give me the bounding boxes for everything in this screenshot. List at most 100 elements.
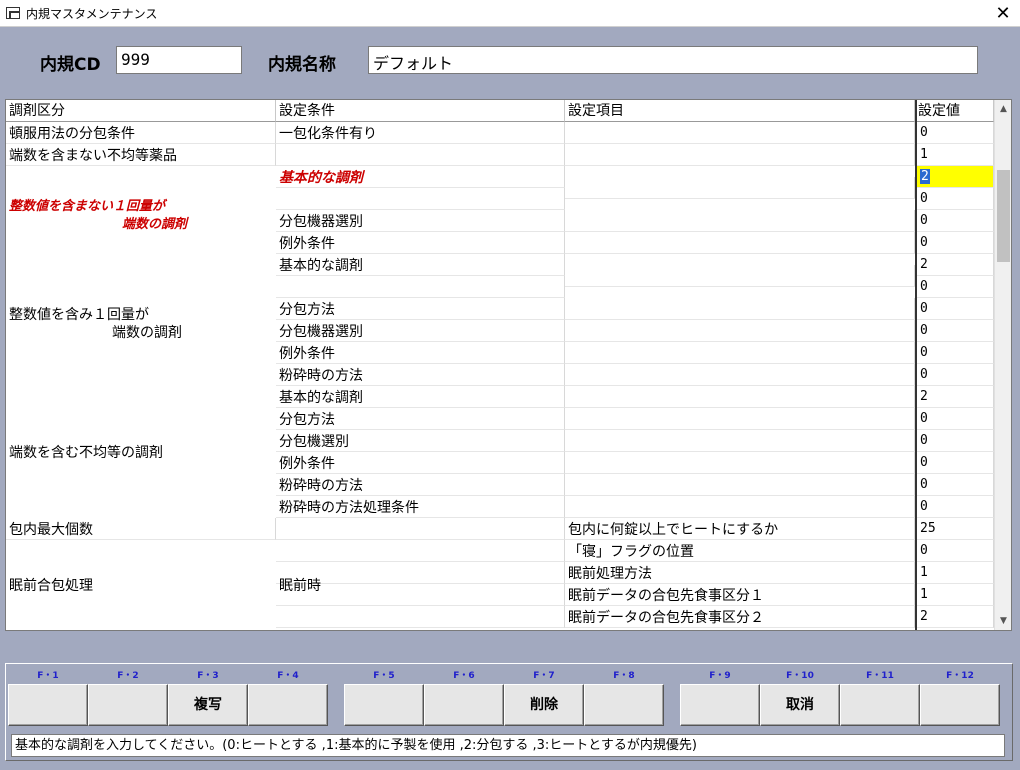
grid-cell-value[interactable]: 0 [917, 232, 994, 254]
fkey-button-4[interactable] [248, 684, 328, 726]
fkey-button-10[interactable]: 取消 [760, 684, 840, 726]
grid-cell-komoku [565, 298, 915, 320]
grid-cell-value[interactable]: 1 [917, 144, 994, 166]
fkey-label-6: F・6 [453, 671, 475, 681]
grid-cell-joken [276, 540, 565, 562]
fkey-label-2: F・2 [117, 671, 139, 681]
grid-cell-value[interactable]: 0 [917, 276, 994, 298]
grid-cell-value[interactable]: 0 [917, 452, 994, 474]
grid-cell-komoku [565, 265, 915, 287]
name-label: 内規名称 [268, 55, 336, 75]
selected-value-text[interactable]: 2 [920, 169, 930, 184]
grid-cell-komoku [565, 386, 915, 408]
fkey-button-5[interactable] [344, 684, 424, 726]
grid-cell-kubun: 包内最大個数 [6, 518, 276, 540]
grid-cell-joken: 分包機器選別 [276, 210, 565, 232]
column-header-joken[interactable]: 設定条件 [276, 100, 565, 122]
group4-joken-label: 眠前時 [279, 578, 321, 594]
fkey-button-11[interactable] [840, 684, 920, 726]
grid-cell-joken [276, 518, 565, 540]
grid-cell-komoku [565, 210, 915, 232]
fkey-button-6[interactable] [424, 684, 504, 726]
grid-cell-komoku [565, 177, 915, 199]
name-input[interactable]: デフォルト [368, 46, 978, 74]
grid-cell-komoku [565, 342, 915, 364]
fkey-label-4: F・4 [277, 671, 299, 681]
grid-cell-joken: 分包方法 [276, 408, 565, 430]
grid-cell-value[interactable]: 0 [917, 496, 994, 518]
grid-cell-value[interactable]: 0 [917, 474, 994, 496]
close-button[interactable]: ✕ [986, 0, 1020, 27]
grid-cell-value[interactable]: 0 [917, 210, 994, 232]
grid-cell-value[interactable]: 25 [917, 518, 994, 540]
settings-grid: 調剤区分 設定条件 設定項目 設定値 頓服用法の分包条件 一包化条件有り 0 端数を含… [5, 99, 1012, 631]
group4-kubun-label: 眠前合包処理 [9, 578, 93, 594]
grid-cell-joken [276, 188, 565, 210]
grid-cell-joken: 粉砕時の方法処理条件 [276, 496, 565, 518]
code-label: 内規CD [40, 55, 101, 75]
fkey-button-7[interactable]: 削除 [504, 684, 584, 726]
client-area: 内規CD 999 内規名称 デフォルト 調剤区分 設定条件 設定項目 設定値 頓… [0, 27, 1020, 770]
group3-label: 端数を含む不均等の調剤 [9, 445, 163, 461]
fkey-label-11: F・11 [866, 671, 894, 681]
column-header-kubun[interactable]: 調剤区分 [6, 100, 276, 122]
grid-cell-kubun: 頓服用法の分包条件 [6, 122, 276, 144]
fkey-button-1[interactable] [8, 684, 88, 726]
grid-cell-value[interactable]: 0 [917, 342, 994, 364]
grid-cell-joken: 例外条件 [276, 232, 565, 254]
value-column-divider [915, 100, 917, 630]
grid-cell-value[interactable]: 2 [917, 386, 994, 408]
grid-cell-value[interactable]: 0 [917, 430, 994, 452]
grid-cell-value[interactable]: 0 [917, 408, 994, 430]
fkey-button-9[interactable] [680, 684, 760, 726]
grid-cell-komoku: 眠前処理方法 [565, 562, 915, 584]
fkey-button-2[interactable] [88, 684, 168, 726]
app-icon [6, 7, 20, 19]
grid-cell-value[interactable]: 0 [917, 320, 994, 342]
grid-cell-kubun: 端数を含まない不均等薬品 [6, 144, 276, 166]
scroll-up-icon[interactable]: ▲ [995, 100, 1011, 118]
grid-cell-komoku [565, 474, 915, 496]
fkey-button-8[interactable] [584, 684, 664, 726]
scroll-thumb[interactable] [997, 170, 1010, 262]
grid-cell-value[interactable]: 2 [917, 606, 994, 628]
grid-cell-komoku: 眠前データの合包先食事区分２ [565, 606, 915, 628]
fkey-label-12: F・12 [946, 671, 974, 681]
group1-label-line1: 整数値を含まない１回量が [9, 199, 166, 214]
grid-cell-komoku [565, 364, 915, 386]
fkey-label-10: F・10 [786, 671, 814, 681]
grid-cell-value[interactable]: 0 [917, 122, 994, 144]
fkey-label-3: F・3 [197, 671, 219, 681]
group2-label-line2: 端数の調剤 [112, 325, 182, 341]
column-header-komoku[interactable]: 設定項目 [565, 100, 915, 122]
grid-cell-komoku [565, 452, 915, 474]
fkey-label-8: F・8 [613, 671, 635, 681]
grid-cell-value[interactable]: 0 [917, 364, 994, 386]
scroll-down-icon[interactable]: ▼ [995, 612, 1011, 630]
grid-cell-joken: 分包方法 [276, 298, 565, 320]
grid-cell-value[interactable]: 0 [917, 540, 994, 562]
grid-cell-joken: 粉砕時の方法 [276, 474, 565, 496]
fkey-button-12[interactable] [920, 684, 1000, 726]
column-header-value[interactable]: 設定値 [915, 100, 994, 122]
grid-cell-value[interactable]: 1 [917, 584, 994, 606]
grid-cell-komoku [565, 430, 915, 452]
grid-cell-value[interactable]: 2 [917, 166, 994, 188]
grid-cell-value[interactable]: 0 [917, 298, 994, 320]
code-input[interactable]: 999 [116, 46, 242, 74]
fkey-button-3[interactable]: 複写 [168, 684, 248, 726]
grid-cell-joken [276, 144, 565, 166]
title-bar: 内規マスタメンテナンス ✕ [0, 0, 1020, 27]
grid-cell-value[interactable]: 2 [917, 254, 994, 276]
vertical-scrollbar[interactable]: ▲ ▼ [994, 100, 1011, 630]
grid-cell-joken: 分包機選別 [276, 430, 565, 452]
grid-cell-joken: 基本的な調剤 [276, 166, 565, 188]
grid-cell-value[interactable]: 0 [917, 188, 994, 210]
fkey-label-1: F・1 [37, 671, 59, 681]
grid-cell-joken [276, 606, 565, 628]
grid-cell-value[interactable]: 1 [917, 562, 994, 584]
grid-cell-komoku: 包内に何錠以上でヒートにするか [565, 518, 915, 540]
grid-cell-komoku [565, 320, 915, 342]
grid-cell-joken: 例外条件 [276, 452, 565, 474]
grid-cell-joken: 粉砕時の方法 [276, 364, 565, 386]
